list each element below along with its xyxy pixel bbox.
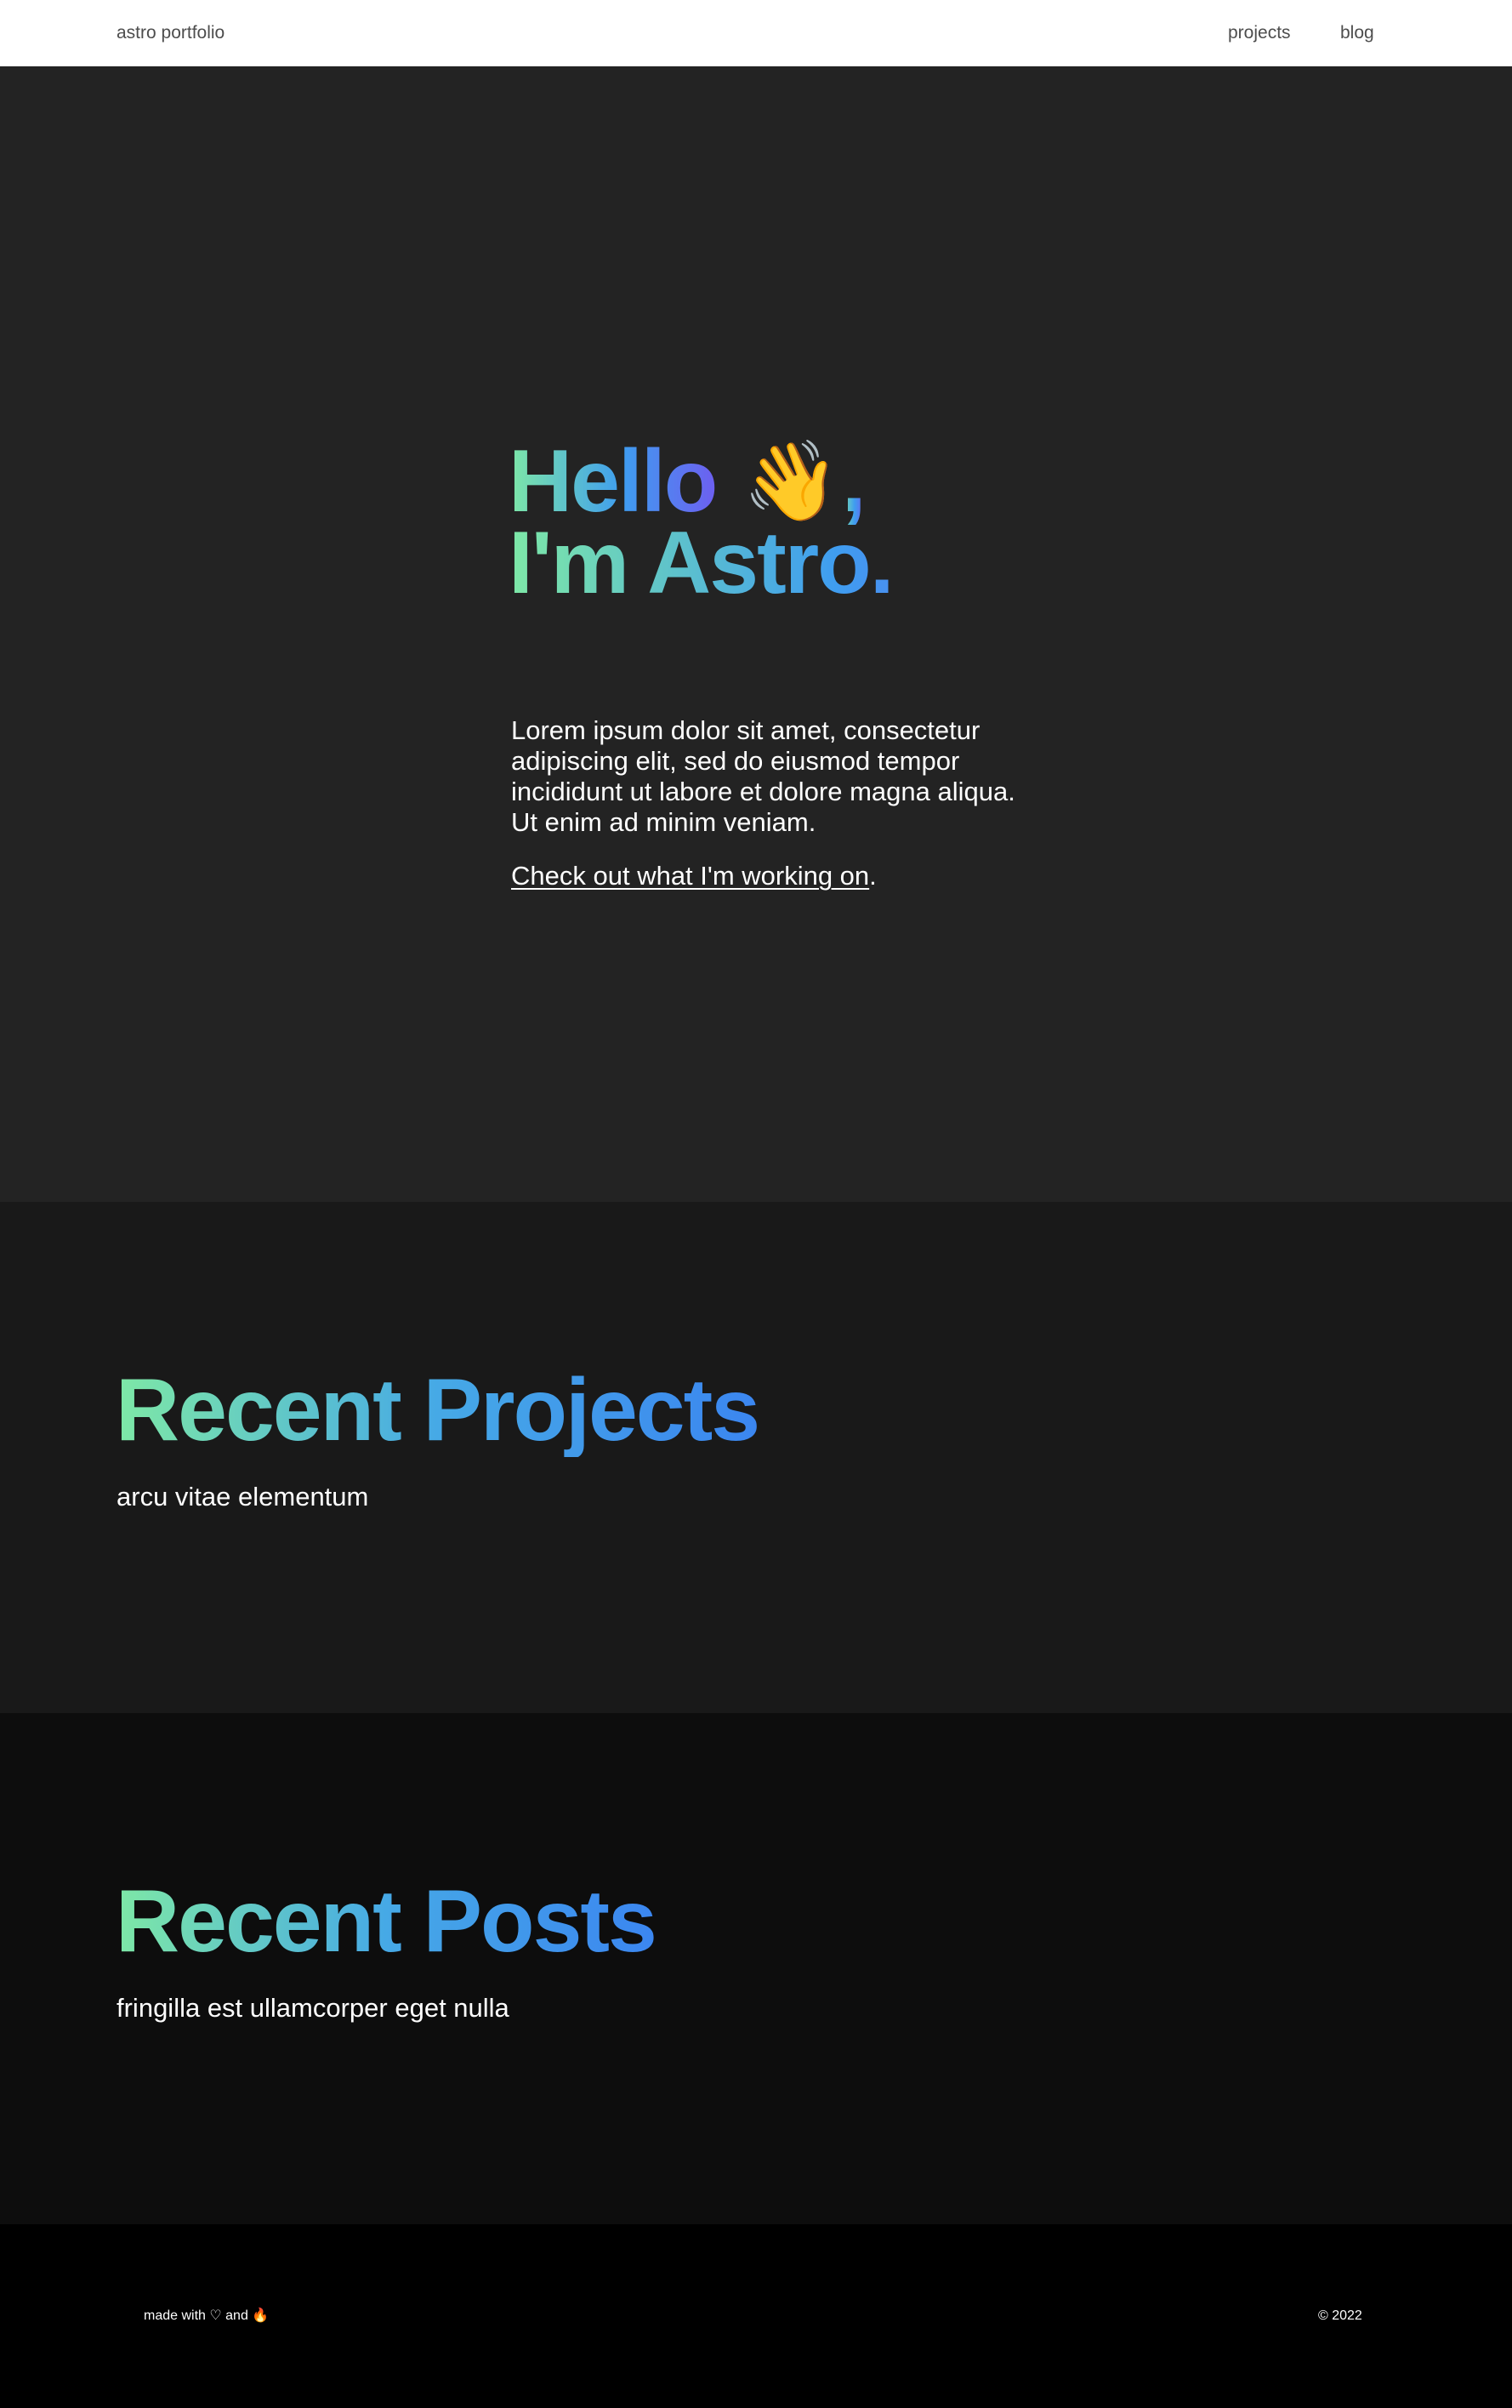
site-header: astro portfolio projects blog <box>0 0 1512 66</box>
hero-title-line-2: I'm Astro. <box>509 519 1104 607</box>
recent-projects-subtitle: arcu vitae elementum <box>117 1482 369 1511</box>
nav-blog-link[interactable]: blog <box>1340 22 1374 44</box>
recent-posts-section: Recent Posts fringilla est ullamcorper e… <box>0 1713 1512 2224</box>
hero-title: Hello 👋, I'm Astro. <box>509 437 1104 607</box>
recent-projects-heading: Recent Projects <box>116 1361 760 1460</box>
hero-cta-suffix: . <box>869 861 877 891</box>
recent-posts-subtitle: fringilla est ullamcorper eget nulla <box>117 1993 509 2023</box>
waving-hand-icon: 👋 <box>742 438 840 525</box>
hero-section: Hello 👋, I'm Astro. Lorem ipsum dolor si… <box>0 66 1512 1202</box>
site-footer: made with ♡ and 🔥 © 2022 <box>0 2224 1512 2408</box>
nav-projects-link[interactable]: projects <box>1228 22 1291 44</box>
brand-link[interactable]: astro portfolio <box>117 22 225 44</box>
projects-cta-link[interactable]: Check out what I'm working on <box>511 861 869 891</box>
recent-projects-section: Recent Projects arcu vitae elementum <box>0 1202 1512 1713</box>
footer-copyright: © 2022 <box>1318 2308 1362 2323</box>
hero-title-line-1: Hello 👋, <box>509 437 1104 526</box>
recent-posts-heading: Recent Posts <box>116 1872 657 1971</box>
footer-made-with: made with ♡ and 🔥 <box>144 2308 270 2323</box>
hero-description: Lorem ipsum dolor sit amet, consectetur … <box>511 715 1015 837</box>
hero-cta: Check out what I'm working on. <box>511 861 877 891</box>
